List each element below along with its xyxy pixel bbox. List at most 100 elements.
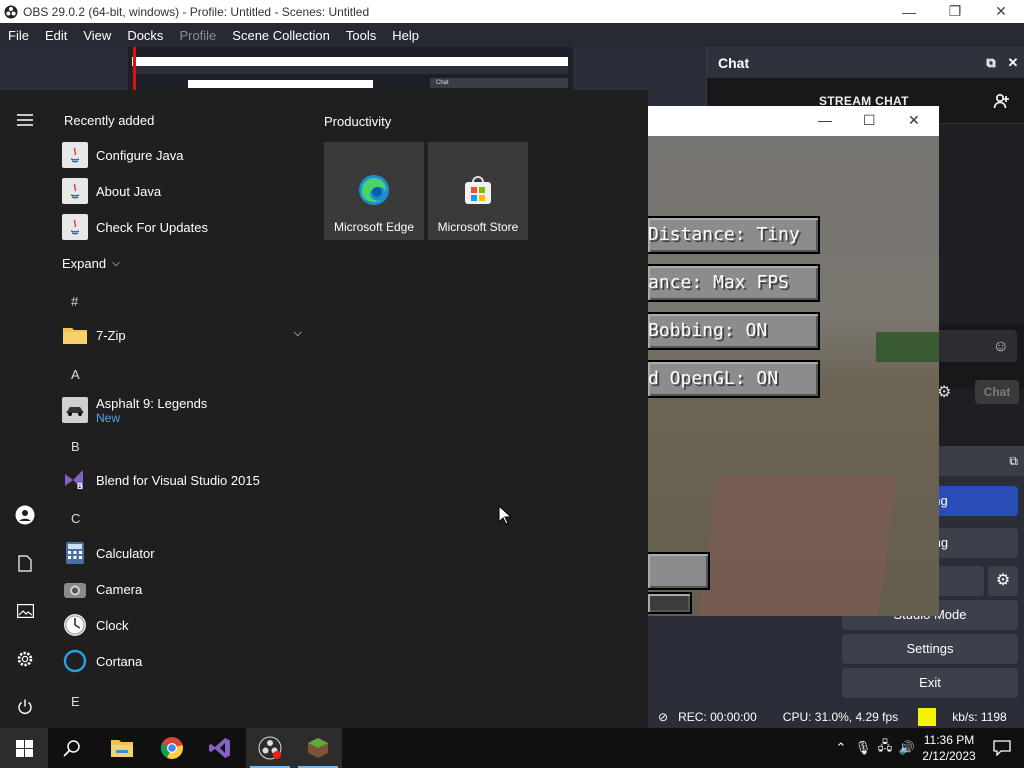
chevron-down-icon[interactable]: ⌵ bbox=[294, 327, 302, 340]
chat-send-button[interactable]: Chat bbox=[975, 380, 1019, 404]
maximize-button[interactable]: ❐ bbox=[932, 3, 978, 20]
app-check-for-updates[interactable]: Check For Updates bbox=[62, 210, 302, 244]
close-button[interactable]: ✕ bbox=[908, 112, 920, 129]
menu-edit[interactable]: Edit bbox=[37, 28, 75, 43]
app-label: Camera bbox=[96, 581, 143, 597]
taskbar-file-explorer[interactable] bbox=[98, 728, 146, 768]
app-label: Configure Java bbox=[96, 147, 184, 163]
grass-block bbox=[876, 332, 939, 362]
blend-icon: B bbox=[62, 467, 88, 493]
store-icon bbox=[465, 176, 491, 204]
nested-red-marker bbox=[133, 47, 136, 90]
app-calculator[interactable]: Calculator bbox=[62, 536, 302, 570]
settings-button[interactable]: Settings bbox=[842, 634, 1018, 664]
svg-text:B: B bbox=[77, 482, 83, 491]
app-7zip[interactable]: 7-Zip ⌵ bbox=[62, 318, 302, 352]
close-icon[interactable]: ✕ bbox=[1002, 55, 1024, 71]
taskbar-clock[interactable]: 11:36 PM 2/12/2023 bbox=[918, 732, 980, 764]
file-explorer-icon bbox=[111, 740, 133, 757]
app-clock[interactable]: Clock bbox=[62, 608, 302, 642]
section-letter[interactable]: B bbox=[71, 439, 80, 454]
power-icon[interactable] bbox=[13, 695, 37, 719]
performance-button[interactable]: ance: Max FPS bbox=[648, 264, 820, 302]
hamburger-icon[interactable] bbox=[13, 108, 37, 132]
section-letter[interactable]: # bbox=[71, 294, 78, 309]
expand-button[interactable]: Expand ⌵ bbox=[62, 246, 302, 280]
close-button[interactable]: ✕ bbox=[978, 3, 1024, 20]
render-distance-button[interactable]: Distance: Tiny bbox=[648, 216, 820, 254]
undock-icon[interactable]: ⧉ bbox=[980, 55, 1002, 71]
emote-icon[interactable]: ☺ bbox=[993, 338, 1009, 356]
menu-file[interactable]: File bbox=[0, 28, 37, 43]
section-letter[interactable]: C bbox=[71, 511, 80, 526]
network-icon[interactable]: 🖧 bbox=[874, 737, 896, 759]
section-letter[interactable]: A bbox=[71, 367, 80, 382]
java-icon bbox=[62, 142, 88, 168]
taskbar-minecraft[interactable] bbox=[294, 728, 342, 768]
java-icon bbox=[62, 178, 88, 204]
tile-label: Microsoft Store bbox=[437, 220, 519, 234]
users-icon[interactable] bbox=[993, 92, 1011, 110]
menu-tools[interactable]: Tools bbox=[338, 28, 384, 43]
chrome-icon bbox=[160, 737, 183, 759]
minecraft-window[interactable]: — ☐ ✕ Distance: Tiny ance: Max FPS Bobbi… bbox=[648, 106, 939, 616]
taskbar-obs[interactable] bbox=[246, 728, 294, 768]
advanced-opengl-button[interactable]: d OpenGL: ON bbox=[648, 360, 820, 398]
calculator-icon bbox=[62, 540, 88, 566]
app-label: About Java bbox=[96, 183, 162, 199]
taskbar-chrome[interactable] bbox=[148, 728, 196, 768]
obs-status-bar: ⊘ REC: 00:00:00 CPU: 31.0%, 4.29 fps kb/… bbox=[648, 704, 1024, 730]
action-center-button[interactable] bbox=[980, 728, 1024, 768]
windows-logo-icon bbox=[15, 739, 33, 757]
menu-scene-collection[interactable]: Scene Collection bbox=[224, 28, 338, 43]
search-button[interactable] bbox=[48, 728, 96, 768]
slider-control[interactable] bbox=[648, 592, 692, 614]
taskbar: ⌃ 🎙 🖧 🔊 11:36 PM 2/12/2023 bbox=[0, 728, 1024, 768]
app-label: 7-Zip bbox=[96, 327, 126, 343]
tile-microsoft-edge[interactable]: Microsoft Edge bbox=[324, 142, 424, 240]
chevron-up-icon[interactable]: ⌃ bbox=[830, 740, 852, 756]
menu-help[interactable]: Help bbox=[384, 28, 427, 43]
minecraft-titlebar: — ☐ ✕ bbox=[648, 106, 939, 136]
menu-docks[interactable]: Docks bbox=[119, 28, 171, 43]
app-configure-java[interactable]: Configure Java bbox=[62, 138, 302, 172]
taskbar-visual-studio[interactable] bbox=[196, 728, 244, 768]
exit-button[interactable]: Exit bbox=[842, 668, 1018, 698]
preview-canvas[interactable]: Chat bbox=[128, 47, 573, 90]
cortana-icon bbox=[62, 648, 88, 674]
app-about-java[interactable]: About Java bbox=[62, 174, 302, 208]
app-cortana[interactable]: Cortana bbox=[62, 644, 302, 678]
start-button[interactable] bbox=[0, 728, 48, 768]
undock-icon[interactable]: ⧉ bbox=[1009, 454, 1018, 469]
done-button[interactable] bbox=[648, 552, 710, 590]
menu-view[interactable]: View bbox=[75, 28, 119, 43]
app-asphalt-9[interactable]: Asphalt 9: Legends New bbox=[62, 390, 302, 430]
nested-window bbox=[188, 80, 373, 88]
settings-icon[interactable] bbox=[13, 647, 37, 671]
user-icon[interactable] bbox=[13, 503, 37, 527]
obs-logo-icon bbox=[4, 5, 18, 18]
tiles-group-heading: Productivity bbox=[324, 114, 392, 129]
tile-label: Microsoft Edge bbox=[333, 220, 415, 234]
app-blend-vs-2015[interactable]: B Blend for Visual Studio 2015 bbox=[62, 463, 302, 497]
rec-status: REC: 00:00:00 bbox=[678, 710, 757, 724]
minimize-button[interactable]: — bbox=[818, 112, 832, 128]
documents-icon[interactable] bbox=[13, 551, 37, 575]
app-label: Blend for Visual Studio 2015 bbox=[96, 472, 260, 488]
network-off-icon: ⊘ bbox=[658, 710, 669, 724]
tiles-section: Productivity Microsoft Edge Microsoft St… bbox=[310, 90, 648, 737]
virtual-camera-settings-icon[interactable]: ⚙ bbox=[988, 566, 1018, 596]
clock-icon bbox=[62, 612, 88, 638]
microphone-icon[interactable]: 🎙 bbox=[852, 740, 874, 756]
view-bobbing-button[interactable]: Bobbing: ON bbox=[648, 312, 820, 350]
tile-microsoft-store[interactable]: Microsoft Store bbox=[428, 142, 528, 240]
volume-icon[interactable]: 🔊 bbox=[896, 740, 918, 756]
menu-profile[interactable]: Profile bbox=[171, 28, 224, 43]
app-camera[interactable]: Camera bbox=[62, 572, 302, 606]
chat-settings-icon[interactable]: ⚙ bbox=[937, 382, 951, 402]
maximize-button[interactable]: ☐ bbox=[863, 112, 876, 129]
section-letter[interactable]: E bbox=[71, 694, 80, 709]
minimize-button[interactable]: — bbox=[886, 4, 932, 20]
pictures-icon[interactable] bbox=[13, 599, 37, 623]
app-label: Check For Updates bbox=[96, 219, 208, 235]
